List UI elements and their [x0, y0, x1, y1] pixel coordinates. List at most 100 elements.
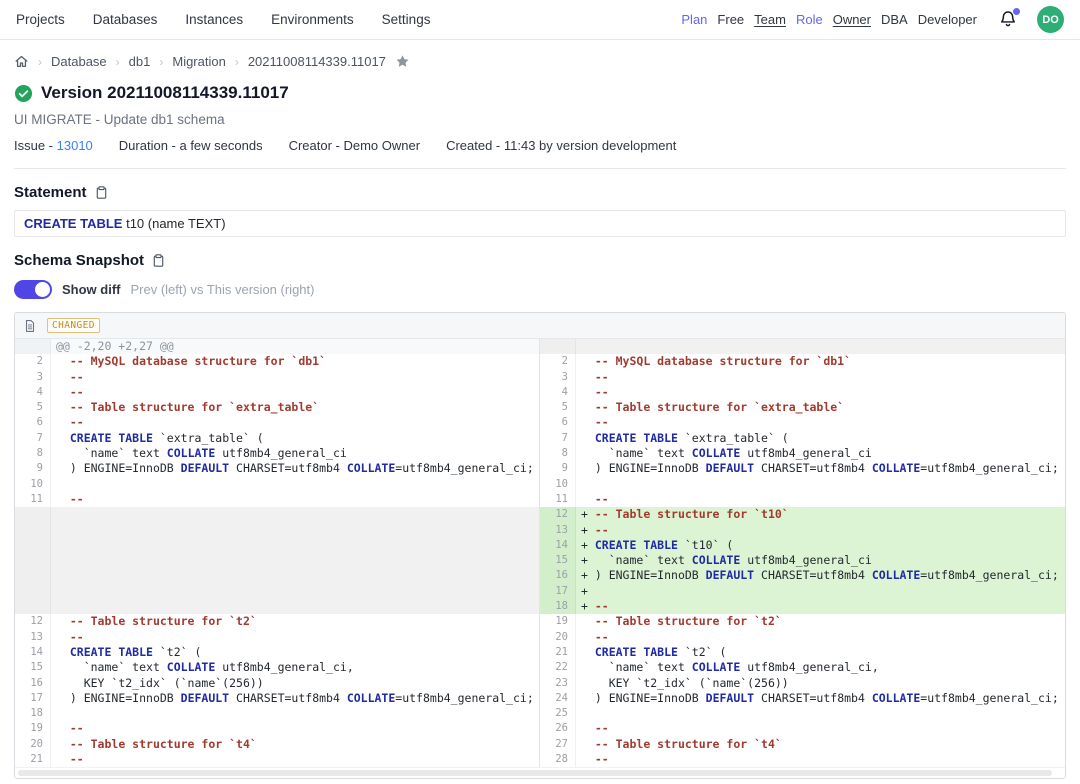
diff-row-prev: 12 -- Table structure for `t2` [15, 614, 539, 629]
line-number [15, 507, 51, 522]
diff-row-prev: 3 -- [15, 370, 539, 385]
nav-item-projects[interactable]: Projects [16, 12, 65, 27]
diff-row-this: 27 -- Table structure for `t4` [540, 737, 1065, 752]
breadcrumb-item[interactable]: Migration [172, 54, 225, 69]
line-number: 18 [540, 599, 576, 614]
show-diff-label: Show diff [62, 282, 121, 297]
sql-token: DEFAULT [706, 461, 754, 475]
sql-token: -- Table structure for `t2` [70, 614, 257, 628]
copy-icon[interactable] [94, 185, 109, 200]
sql-token: COLLATE [167, 446, 215, 460]
avatar[interactable]: DO [1037, 6, 1064, 33]
line-number: 17 [540, 584, 576, 599]
diff-row-prev [15, 568, 539, 583]
file-icon [23, 319, 37, 333]
diff-marker [56, 752, 70, 766]
sql-token: CHARSET=utf8mb4 [229, 691, 347, 705]
nav-item-databases[interactable]: Databases [93, 12, 158, 27]
statement-heading: Statement [14, 184, 87, 201]
sql-token: -- [70, 385, 84, 399]
breadcrumb-item[interactable]: Database [51, 54, 107, 69]
line-number: 10 [15, 477, 51, 492]
line-number: 3 [15, 370, 51, 385]
statement-code[interactable]: CREATE TABLE t10 (name TEXT) [14, 210, 1066, 237]
star-icon[interactable] [395, 54, 410, 69]
issue-link[interactable]: 13010 [57, 138, 93, 153]
main-nav: Projects Databases Instances Environments Se… [16, 12, 430, 27]
breadcrumb-items: ›Database›db1›Migration›20211008114339.1… [38, 54, 386, 69]
diff-code-line: + -- Table structure for `t10` [576, 507, 1065, 522]
show-diff-toggle[interactable] [14, 280, 52, 299]
sql-token: DEFAULT [706, 568, 754, 582]
nav-right-owner[interactable]: Owner [833, 12, 871, 27]
diff-row-this: 11 -- [540, 492, 1065, 507]
breadcrumb-item[interactable]: 20211008114339.11017 [248, 54, 386, 69]
line-number: 7 [540, 431, 576, 446]
line-number [15, 538, 51, 553]
diff-pane-this[interactable]: 2 -- MySQL database structure for `db1`3… [540, 339, 1065, 767]
notifications-button[interactable] [999, 10, 1019, 30]
check-circle-icon [14, 84, 33, 103]
diff-marker [581, 645, 595, 659]
sql-token: ) ENGINE=InnoDB [70, 461, 181, 475]
sql-token: t10 (name TEXT) [122, 216, 225, 231]
diff-code-line: -- Table structure for `extra_table` [51, 400, 539, 415]
nav-right-role[interactable]: Role [796, 12, 823, 27]
sql-token: DEFAULT [181, 461, 229, 475]
sql-token: CHARSET=utf8mb4 [754, 568, 872, 582]
sql-token: KEY `t2_idx` (`name`(256)) [595, 676, 789, 690]
diff-code-line: + ) ENGINE=InnoDB DEFAULT CHARSET=utf8mb… [576, 568, 1065, 583]
line-number: 24 [540, 691, 576, 706]
sql-token: -- Table structure for `t4` [595, 737, 782, 751]
nav-right-dba[interactable]: DBA [881, 12, 908, 27]
sql-token: COLLATE [872, 461, 920, 475]
sql-token: ) ENGINE=InnoDB [595, 461, 706, 475]
nav-right-team[interactable]: Team [754, 12, 786, 27]
schema-diff-viewer: CHANGED @@ -2,20 +2,27 @@2 -- MySQL data… [14, 312, 1066, 779]
line-number [15, 584, 51, 599]
diff-row-prev: 19 -- [15, 721, 539, 736]
line-number: 25 [540, 706, 576, 721]
diff-code-line: CREATE TABLE `extra_table` ( [51, 431, 539, 446]
sql-token: -- Table structure for `extra_table` [595, 400, 844, 414]
sql-token: -- [70, 415, 84, 429]
line-number: 9 [540, 461, 576, 476]
sql-token: -- MySQL database structure for `db1` [595, 354, 851, 368]
diff-code-line: KEY `t2_idx` (`name`(256)) [51, 676, 539, 691]
nav-right-plan[interactable]: Plan [681, 12, 707, 27]
line-number: 14 [15, 645, 51, 660]
sql-token: -- [595, 630, 609, 644]
diff-row-prev: 20 -- Table structure for `t4` [15, 737, 539, 752]
line-number: 12 [540, 507, 576, 522]
diff-marker [581, 431, 595, 445]
nav-item-environments[interactable]: Environments [271, 12, 354, 27]
diff-pane-prev[interactable]: @@ -2,20 +2,27 @@2 -- MySQL database str… [15, 339, 540, 767]
diff-marker [56, 461, 70, 475]
diff-row-prev: 2 -- MySQL database structure for `db1` [15, 354, 539, 369]
breadcrumb-separator: › [116, 55, 120, 69]
scrollbar-thumb[interactable] [18, 770, 1052, 776]
nav-right-free[interactable]: Free [717, 12, 744, 27]
diff-hscrollbar[interactable] [15, 767, 1065, 778]
diff-code-line: -- [576, 415, 1065, 430]
diff-marker [581, 630, 595, 644]
line-number: 8 [540, 446, 576, 461]
sql-token: -- [70, 721, 84, 735]
diff-row-this: 18+ -- [540, 599, 1065, 614]
diff-code-line: -- Table structure for `extra_table` [576, 400, 1065, 415]
diff-code-line: -- [576, 721, 1065, 736]
diff-code-line: @@ -2,20 +2,27 @@ [51, 339, 539, 354]
breadcrumb-item[interactable]: db1 [129, 54, 151, 69]
home-icon[interactable] [14, 54, 29, 69]
diff-row-this: 7 CREATE TABLE `extra_table` ( [540, 431, 1065, 446]
copy-icon[interactable] [151, 253, 166, 268]
diff-code-line: -- [51, 630, 539, 645]
diff-row-prev: 4 -- [15, 385, 539, 400]
diff-marker [581, 721, 595, 735]
nav-right-developer[interactable]: Developer [918, 12, 977, 27]
sql-token: -- [595, 492, 609, 506]
nav-item-instances[interactable]: Instances [185, 12, 243, 27]
nav-item-settings[interactable]: Settings [382, 12, 431, 27]
diff-code-line [51, 584, 539, 599]
diff-marker: + [581, 599, 595, 613]
